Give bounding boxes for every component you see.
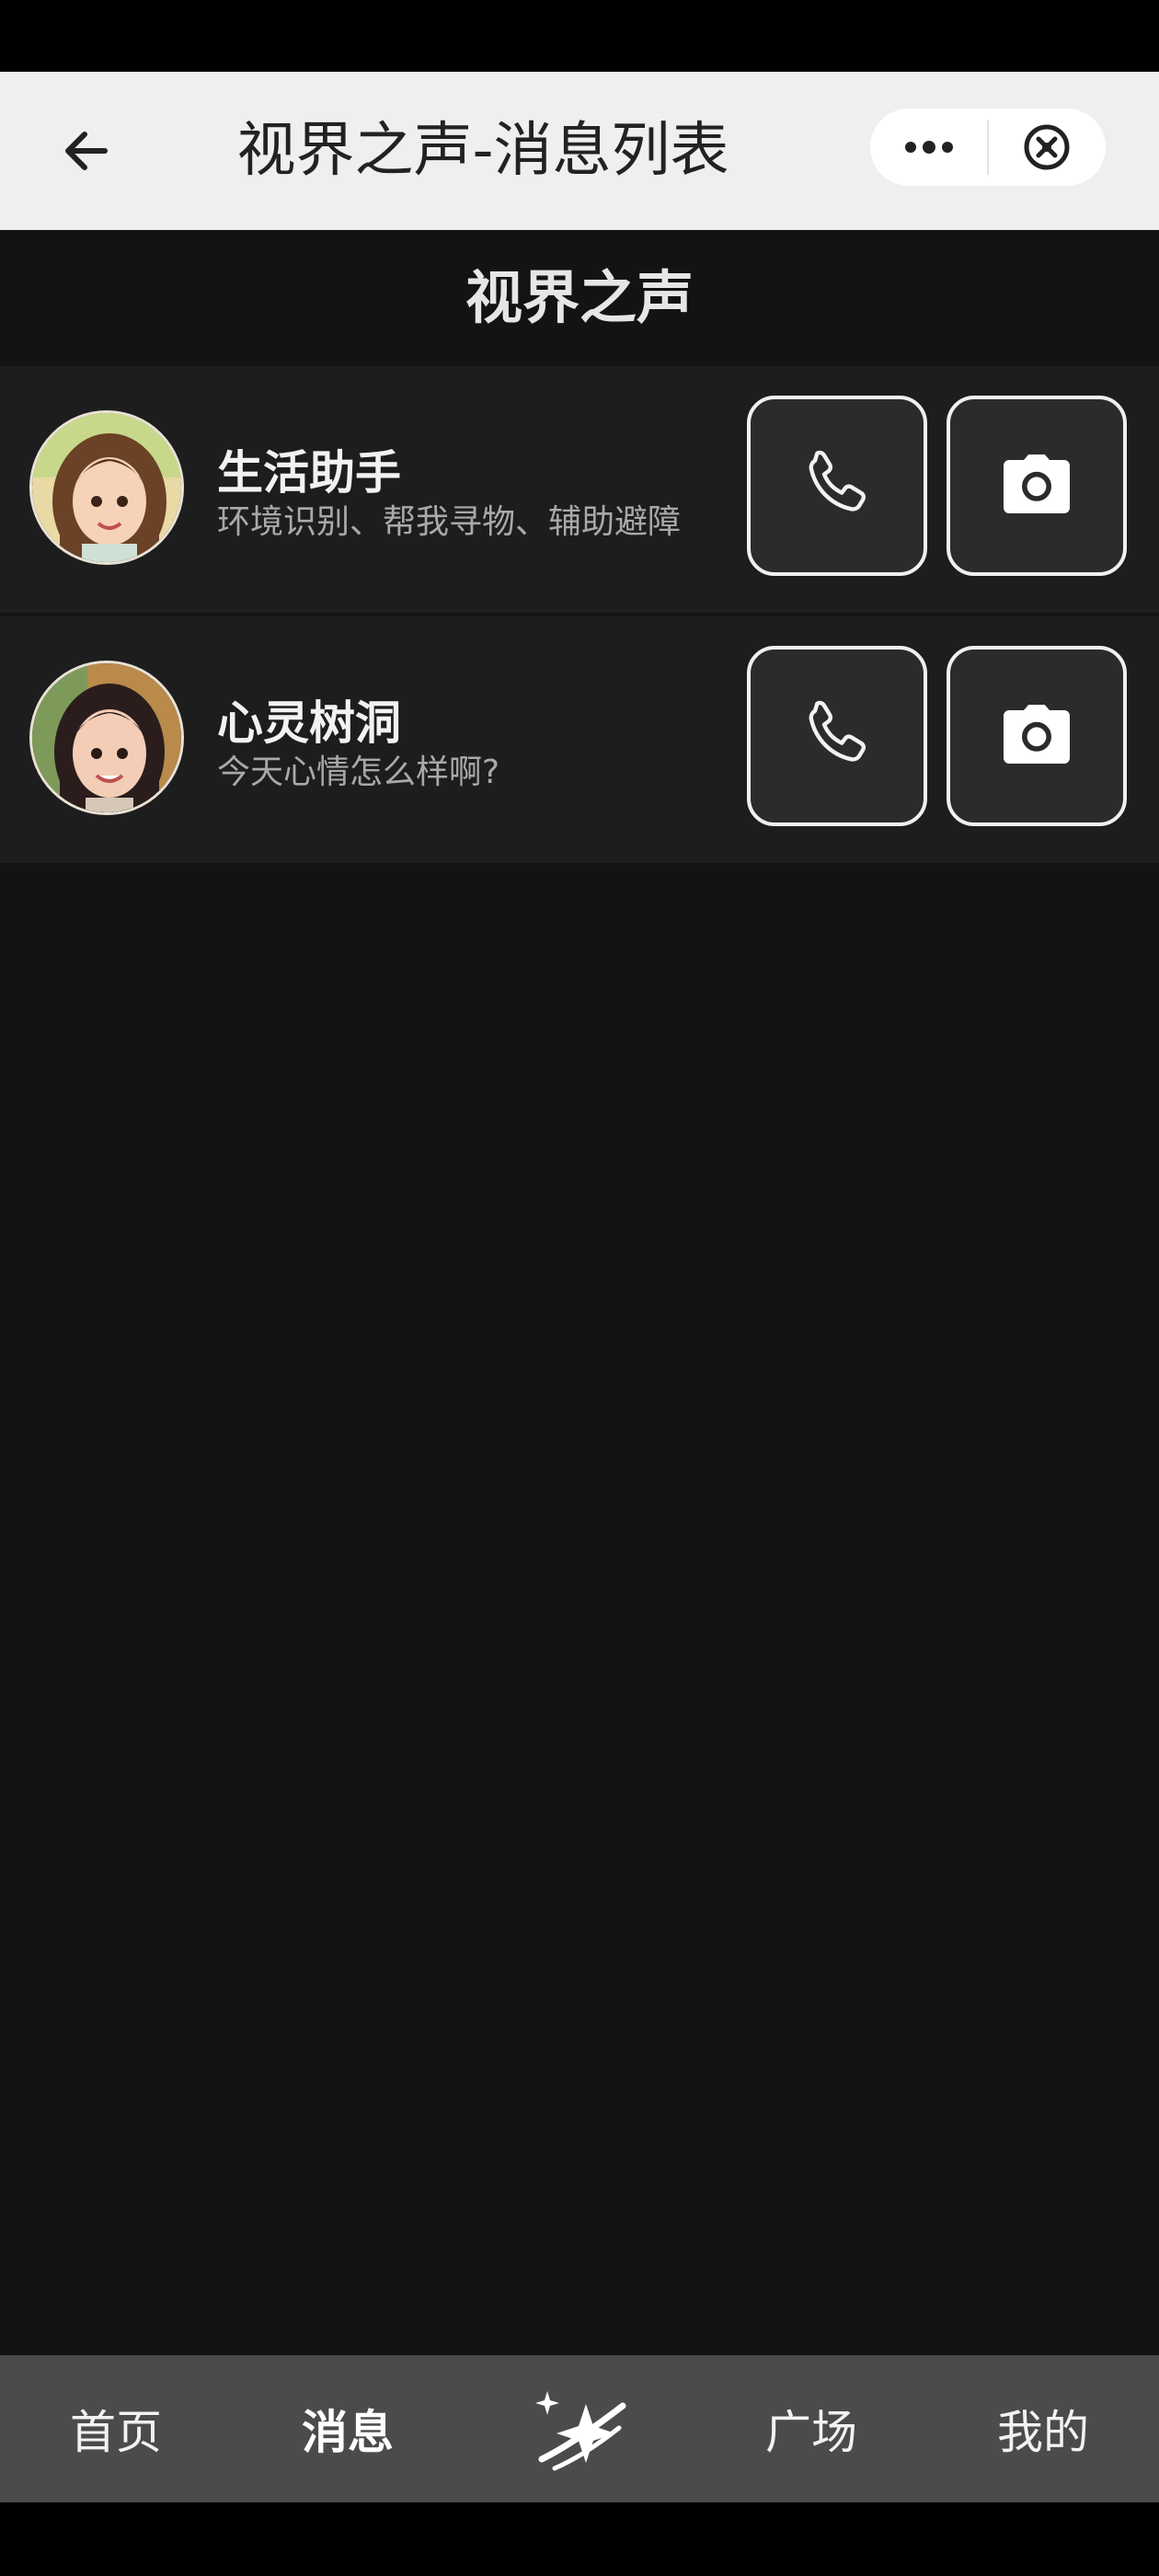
- phone-icon: [809, 700, 866, 762]
- camera-button[interactable]: [947, 646, 1127, 826]
- conversation-row[interactable]: 生活助手 环境识别、帮我寻物、辅助避障: [0, 366, 1159, 616]
- close-button[interactable]: [989, 109, 1106, 186]
- camera-button[interactable]: [947, 396, 1127, 576]
- conversation-subtitle: 环境识别、帮我寻物、辅助避障: [217, 503, 682, 541]
- more-dots-icon: [904, 141, 953, 154]
- tab-center[interactable]: [464, 2355, 695, 2502]
- avatar-woman-dark-hair: [32, 663, 181, 812]
- conversation-subtitle: 今天心情怎么样啊?: [217, 753, 500, 791]
- mini-program-capsule: [870, 109, 1106, 186]
- section-header: 视界之声: [0, 230, 1159, 366]
- conversation-name: 心灵树洞: [217, 696, 401, 750]
- tab-square[interactable]: 广场: [695, 2355, 927, 2502]
- avatar-woman-light-hair: [32, 413, 181, 562]
- status-bar: [0, 0, 1159, 72]
- navigation-bar: 视界之声-消息列表: [0, 72, 1159, 230]
- more-button[interactable]: [870, 109, 987, 186]
- tab-mine[interactable]: 我的: [927, 2355, 1159, 2502]
- phone-icon: [809, 450, 866, 512]
- camera-icon: [1004, 705, 1070, 764]
- system-bottom-bar: [0, 2502, 1159, 2576]
- call-button[interactable]: [747, 646, 927, 826]
- call-button[interactable]: [747, 396, 927, 576]
- tab-home[interactable]: 首页: [0, 2355, 232, 2502]
- sparkle-logo-icon: [535, 2391, 626, 2471]
- page-title: 视界之声-消息列表: [236, 117, 729, 185]
- avatar: [29, 410, 184, 565]
- avatar: [29, 661, 184, 815]
- conversation-list: 生活助手 环境识别、帮我寻物、辅助避障 心灵树洞 今天心情怎么样啊?: [0, 366, 1159, 867]
- tab-messages[interactable]: 消息: [232, 2355, 464, 2502]
- close-circle-icon: [1024, 124, 1070, 170]
- conversation-row[interactable]: 心灵树洞 今天心情怎么样啊?: [0, 616, 1159, 867]
- bottom-tab-bar: 首页 消息 广场 我的: [0, 2355, 1159, 2502]
- camera-icon: [1004, 454, 1070, 513]
- conversation-name: 生活助手: [217, 446, 401, 500]
